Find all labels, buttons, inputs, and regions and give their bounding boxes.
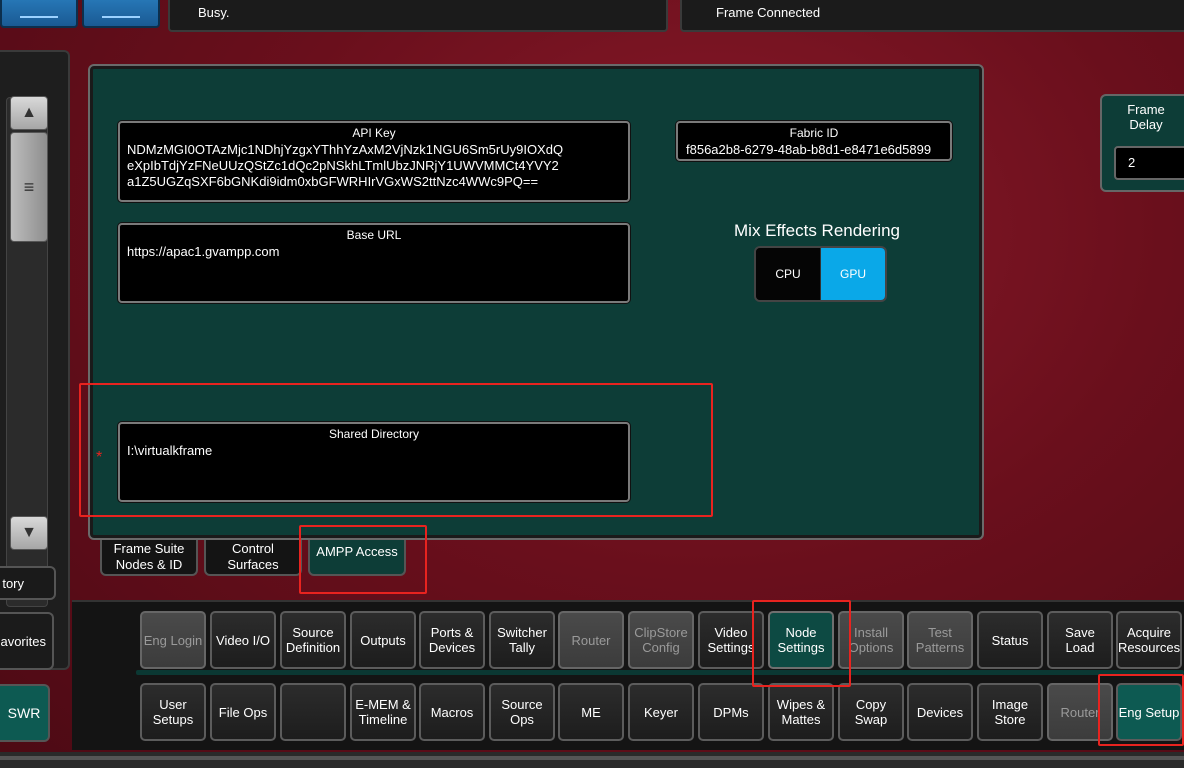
mix-effects-title: Mix Effects Rendering <box>734 221 900 240</box>
scroll-down-button[interactable]: ▼ <box>10 516 48 550</box>
shared-directory-value: I:\virtualkframe <box>127 443 213 458</box>
api-key-value: NDMzMGI0OTAzMjc1NDhjYzgxYThhYzAxM2VjNzk1… <box>127 142 564 189</box>
nav-file-ops-button[interactable]: File Ops <box>210 683 276 741</box>
nav-blank-button[interactable] <box>280 683 346 741</box>
nav-test-patterns-button[interactable]: Test Patterns <box>907 611 973 669</box>
arrow-up-icon: ▲ <box>21 104 37 121</box>
tab-frame-suite-nodes[interactable]: Frame Suite Nodes & ID <box>100 540 198 576</box>
nav-source-definition-button[interactable]: Source Definition <box>280 611 346 669</box>
api-key-field[interactable]: API Key NDMzMGI0OTAzMjc1NDhjYzgxYThhYzAx… <box>118 121 630 202</box>
nav-install-options-button[interactable]: Install Options <box>838 611 904 669</box>
base-url-field[interactable]: Base URL https://apac1.gvampp.com <box>118 223 630 303</box>
base-url-title: Base URL <box>346 228 402 242</box>
nav-router-button[interactable]: Router <box>558 611 624 669</box>
nav-eng-login-button[interactable]: Eng Login <box>140 611 206 669</box>
nav-status-button[interactable]: Status <box>977 611 1043 669</box>
scroll-thumb[interactable]: ≡ <box>10 132 48 242</box>
nav-clipstore-config-button[interactable]: ClipStore Config <box>628 611 694 669</box>
nav-image-store-button[interactable]: Image Store <box>977 683 1043 741</box>
nav-dpms-button[interactable]: DPMs <box>698 683 764 741</box>
nav-copy-swap-button[interactable]: Copy Swap <box>838 683 904 741</box>
frame-delay-label: Frame Delay <box>1127 102 1165 132</box>
scroll-up-button[interactable]: ▲ <box>10 96 48 130</box>
nav-eng-setup-button[interactable]: Eng Setup <box>1116 683 1182 741</box>
fabric-id-field[interactable]: Fabric ID f856a2b8-6279-48ab-b8d1-e8471e… <box>676 121 952 161</box>
fabric-id-value: f856a2b8-6279-48ab-b8d1-e8471e6d5899 <box>686 142 932 157</box>
nav-ports-and-devices-button[interactable]: Ports & Devices <box>419 611 485 669</box>
nav-video-settings-button[interactable]: Video Settings <box>698 611 764 669</box>
gpu-option[interactable]: GPU <box>821 248 885 300</box>
nav-save-load-button[interactable]: Save Load <box>1047 611 1113 669</box>
api-key-title: API Key <box>352 126 396 140</box>
nav-e-mem-and-timeline-button[interactable]: E-MEM & Timeline <box>350 683 416 741</box>
busy-status: Busy. <box>168 0 668 32</box>
nav-video-i-o-button[interactable]: Video I/O <box>210 611 276 669</box>
nav-wipes-and-mattes-button[interactable]: Wipes & Mattes <box>768 683 834 741</box>
cpu-option[interactable]: CPU <box>756 248 821 300</box>
top-left-button-1[interactable] <box>0 0 78 28</box>
nav-source-ops-button[interactable]: Source Ops <box>489 683 555 741</box>
favorites-button[interactable]: Favorites <box>0 612 54 670</box>
nav-user-setups-button[interactable]: User Setups <box>140 683 206 741</box>
nav-outputs-button[interactable]: Outputs <box>350 611 416 669</box>
bottom-strip <box>0 752 1184 768</box>
shared-directory-field[interactable]: Shared Directory I:\virtualkframe <box>118 422 630 502</box>
nav-acquire-resources-button[interactable]: Acquire Resources <box>1116 611 1182 669</box>
nav-me-button[interactable]: ME <box>558 683 624 741</box>
tab-control-surfaces[interactable]: Control Surfaces <box>204 540 302 576</box>
frame-status: Frame Connected <box>680 0 1184 32</box>
arrow-down-icon: ▼ <box>21 524 37 541</box>
tab-ampp-access[interactable]: AMPP Access <box>308 540 406 576</box>
grip-icon: ≡ <box>23 176 35 197</box>
nav-separator <box>136 670 1184 675</box>
required-marker: * <box>96 449 103 466</box>
frame-delay-panel: Frame Delay 2 <box>1100 94 1184 192</box>
fabric-id-title: Fabric ID <box>789 126 839 140</box>
shared-directory-title: Shared Directory <box>328 427 420 441</box>
top-left-button-2[interactable] <box>82 0 160 28</box>
nav-node-settings-button[interactable]: Node Settings <box>768 611 834 669</box>
swr-button[interactable]: SWR <box>0 684 50 742</box>
nav-router-button[interactable]: Router <box>1047 683 1113 741</box>
nav-devices-button[interactable]: Devices <box>907 683 973 741</box>
frame-delay-value[interactable]: 2 <box>1114 146 1184 180</box>
base-url-value: https://apac1.gvampp.com <box>127 244 280 259</box>
nav-macros-button[interactable]: Macros <box>419 683 485 741</box>
nav-keyer-button[interactable]: Keyer <box>628 683 694 741</box>
history-tab[interactable]: tory <box>0 566 56 600</box>
nav-switcher-tally-button[interactable]: Switcher Tally <box>489 611 555 669</box>
mix-effects-toggle: CPU GPU <box>754 246 887 302</box>
